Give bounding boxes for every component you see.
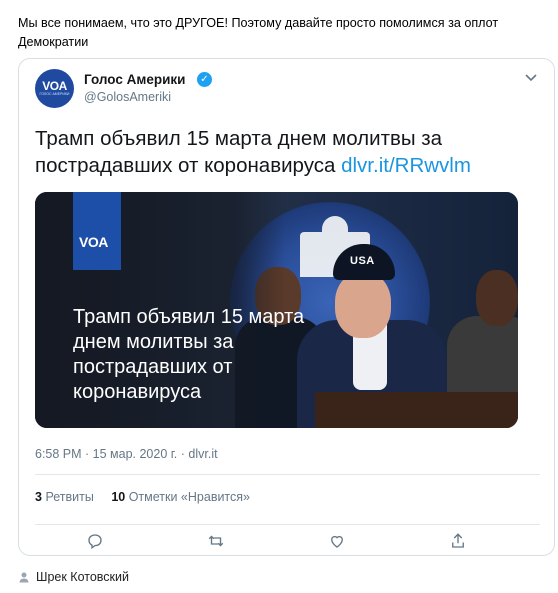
voa-tab	[73, 192, 121, 270]
tweet-stats: 3 Ретвиты 10 Отметки «Нравится»	[35, 490, 264, 504]
share-icon[interactable]	[446, 529, 470, 553]
podium	[315, 392, 518, 428]
likes-stat[interactable]: 10 Отметки «Нравится»	[111, 490, 250, 504]
media-card[interactable]: USA VOA Трамп объявил 15 марта днем моли…	[35, 192, 518, 428]
reply-icon[interactable]	[83, 529, 107, 553]
divider	[35, 474, 540, 475]
person-right-head	[476, 270, 518, 326]
divider	[35, 524, 540, 525]
chevron-down-icon[interactable]	[524, 72, 540, 84]
verified-icon: ✓	[197, 72, 212, 87]
voa-logo: VOA	[42, 79, 67, 93]
retweets-stat[interactable]: 3 Ретвиты	[35, 490, 94, 504]
avatar[interactable]: VOA ГОЛОС АМЕРИКИ	[35, 69, 74, 108]
like-icon[interactable]	[325, 529, 349, 553]
person-main-head	[335, 272, 391, 338]
footer-author[interactable]: Шрек Котовский	[36, 570, 129, 584]
post-text: Мы все понимаем, что это ДРУГОЕ! Поэтому…	[18, 16, 499, 49]
voa-logo-sub: ГОЛОС АМЕРИКИ	[39, 92, 70, 96]
retweets-count: 3	[35, 490, 42, 504]
source-link[interactable]: dlvr.it	[188, 447, 217, 461]
embedded-tweet[interactable]: VOA ГОЛОС АМЕРИКИ Голос Америки ✓ @Golos…	[18, 58, 555, 556]
tweet-link[interactable]: dlvr.it/RRwvlm	[341, 154, 471, 177]
retweets-label: Ретвиты	[45, 490, 94, 504]
author-handle[interactable]: @GolosAmeriki	[84, 90, 171, 104]
timestamp: 6:58 PM · 15 мар. 2020 г. · dlvr.it	[35, 447, 218, 461]
likes-count: 10	[111, 490, 126, 504]
cap-text: USA	[350, 255, 375, 267]
timestamp-time[interactable]: 6:58 PM · 15 мар. 2020 г. ·	[35, 447, 188, 461]
user-icon	[18, 571, 30, 583]
post-footer: Шрек Котовский	[18, 570, 129, 584]
tweet-text: Трамп объявил 15 марта днем молитвы за п…	[35, 125, 540, 179]
media-caption: Трамп объявил 15 марта днем молитвы за п…	[73, 306, 305, 403]
likes-label: Отметки «Нравится»	[128, 490, 250, 504]
voa-tab-logo: VOA	[79, 234, 108, 250]
author-name[interactable]: Голос Америки	[84, 72, 185, 87]
retweet-icon[interactable]	[204, 529, 228, 553]
